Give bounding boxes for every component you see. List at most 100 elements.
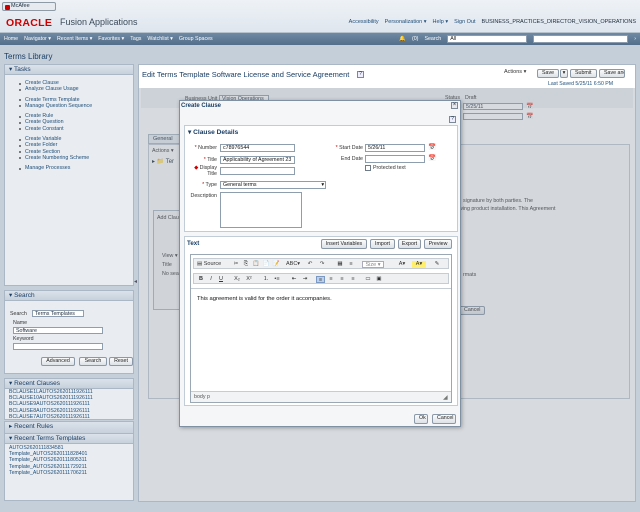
display-title-field[interactable] [220,167,295,175]
help-link[interactable]: Help ▾ [433,19,449,25]
recent-rules-header[interactable]: ▸ Recent Rules [5,422,133,433]
nav-home[interactable]: Home [4,36,18,42]
task-create-numbering-scheme[interactable]: Create Numbering Scheme [5,155,133,161]
start-date-label: * Start Date [335,145,363,151]
ok-button[interactable]: Ok [414,414,428,424]
number-label: * Number [194,145,217,151]
clause-details-header[interactable]: ▾ Clause Details [188,128,238,136]
outdent-icon[interactable]: ⇤ [290,276,298,283]
list-item[interactable]: Template_AUTOS2620111706211 [5,470,133,476]
sign-out-link[interactable]: Sign Out [454,19,475,25]
justify-icon[interactable]: ≡ [349,276,357,283]
import-button[interactable]: Import [370,239,395,249]
insert-variables-button[interactable]: Insert Variables [321,239,367,249]
search-go-icon[interactable]: › [634,36,640,42]
search-header[interactable]: ▾ Search [5,291,133,301]
special-char-icon[interactable]: ▣ [375,276,383,283]
subscript-icon[interactable]: X₂ [232,276,242,283]
task-analyze-clause-usage[interactable]: Analyze Clause Usage [5,86,133,92]
numbered-list-icon[interactable]: ⒈ [262,276,270,283]
nav-favorites[interactable]: Favorites ▾ [98,36,124,42]
preview-button[interactable]: Preview [424,239,452,249]
search-panel: ▾ Search Search Terms Templates Name Sof… [4,290,134,374]
remove-format-icon[interactable]: ✎ [432,261,442,268]
name-input[interactable]: Software [13,327,103,334]
source-button[interactable]: ▤ Source [197,261,227,268]
number-field[interactable]: c78976544 [220,144,295,152]
nav-watchlist[interactable]: Watchlist ▾ [147,36,172,42]
submit-button[interactable]: Submit [570,69,597,78]
cancel-button[interactable]: Cancel [432,414,456,424]
main-actions-menu[interactable]: Actions ▾ [504,69,526,75]
name-label: Name [13,320,28,326]
search-scope-select[interactable]: All [447,35,528,43]
personalization-link[interactable]: Personalization ▾ [385,19,427,25]
font-size-select[interactable]: Size ▾ [362,261,384,268]
paste-text-icon[interactable]: 📄 [262,261,270,268]
close-icon[interactable]: × [451,102,458,109]
table-icon[interactable]: ▦ [336,261,344,268]
italic-icon[interactable]: I [207,276,215,283]
keyword-input[interactable] [13,343,103,350]
align-right-icon[interactable]: ≡ [338,276,346,283]
search-type-select[interactable]: Terms Templates [32,310,84,317]
tasks-header[interactable]: ▾ Tasks [5,65,133,75]
bulleted-list-icon[interactable]: •≡ [273,276,281,283]
recent-clauses-header[interactable]: ▾ Recent Clauses [5,379,133,389]
title-field[interactable]: Applicability of Agreement 23 [220,156,295,164]
horizontal-rule-icon[interactable]: ≡ [347,261,355,268]
undo-icon[interactable]: ↶ [306,261,314,268]
resize-handle-icon[interactable]: ◢ [443,394,448,401]
editor-toolbar-1: ▤ Source ✂ ⎘ 📋 📄 📝 ABC▾ ↶ ↷ ▦ ≡ Size ▾ A… [193,258,449,269]
bold-icon[interactable]: B [197,276,205,283]
end-date-field[interactable] [365,155,425,163]
advanced-button[interactable]: Advanced [41,357,75,366]
page-break-icon[interactable]: ▭ [364,276,372,283]
reset-button[interactable]: Reset [109,357,133,366]
start-date-field[interactable]: 5/26/11 [365,144,425,152]
task-manage-question-sequence[interactable]: Manage Question Sequence [5,103,133,109]
editor-status-path: body p [191,391,451,402]
task-create-constant[interactable]: Create Constant [5,126,133,132]
align-left-icon[interactable]: ≡ [316,276,325,283]
cut-icon[interactable]: ✂ [232,261,240,268]
export-button[interactable]: Export [398,239,421,249]
recent-templates-header[interactable]: ▾ Recent Terms Templates [5,434,133,444]
nav-tags[interactable]: Tags [130,36,141,42]
indent-icon[interactable]: ⇥ [301,276,309,283]
accessibility-link[interactable]: Accessibility [349,19,379,25]
description-textarea[interactable] [220,192,302,228]
nav-bar: Home Navigator ▾ Recent Items ▾ Favorite… [0,33,640,45]
redo-icon[interactable]: ↷ [318,261,326,268]
save-and-close-button[interactable]: Save and Close [599,69,625,78]
mcafee-button[interactable]: McAfee [2,2,56,11]
save-dropdown-button[interactable]: ▾ [560,69,568,78]
spellcheck-icon[interactable]: ABC▾ [286,261,300,268]
editor-content-area[interactable] [191,288,451,388]
source-icon: ▤ [197,261,204,267]
copy-icon[interactable]: ⎘ [242,261,250,268]
background-color-icon[interactable]: A▾ [412,261,426,268]
nav-recent-items[interactable]: Recent Items ▾ [57,36,92,42]
superscript-icon[interactable]: X² [244,276,254,283]
list-item[interactable]: BCLAUSE7AUTOS2620111926111 [5,414,133,418]
type-select[interactable]: General terms ▾ [220,181,326,189]
paste-icon[interactable]: 📋 [252,261,260,268]
save-button[interactable]: Save [537,69,560,78]
task-manage-processes[interactable]: Manage Processes [5,165,133,171]
global-search-input[interactable] [533,35,629,43]
calendar-icon[interactable]: 📅 [428,154,436,162]
text-color-icon[interactable]: A▾ [395,261,409,268]
align-center-icon[interactable]: ≡ [327,276,335,283]
search-button[interactable]: Search [79,357,107,366]
nav-navigator[interactable]: Navigator ▾ [24,36,51,42]
protected-text-checkbox[interactable] [365,165,371,171]
calendar-icon[interactable]: 📅 [428,143,436,151]
notification-icon[interactable]: 🔔 [399,36,406,42]
paste-word-icon[interactable]: 📝 [272,261,280,268]
underline-icon[interactable]: U [217,276,225,283]
help-icon[interactable]: ? [449,116,456,123]
panel-splitter-icon[interactable]: ◂ [134,278,137,285]
nav-group-spaces[interactable]: Group Spaces [179,36,213,42]
help-icon[interactable]: ? [357,71,364,78]
